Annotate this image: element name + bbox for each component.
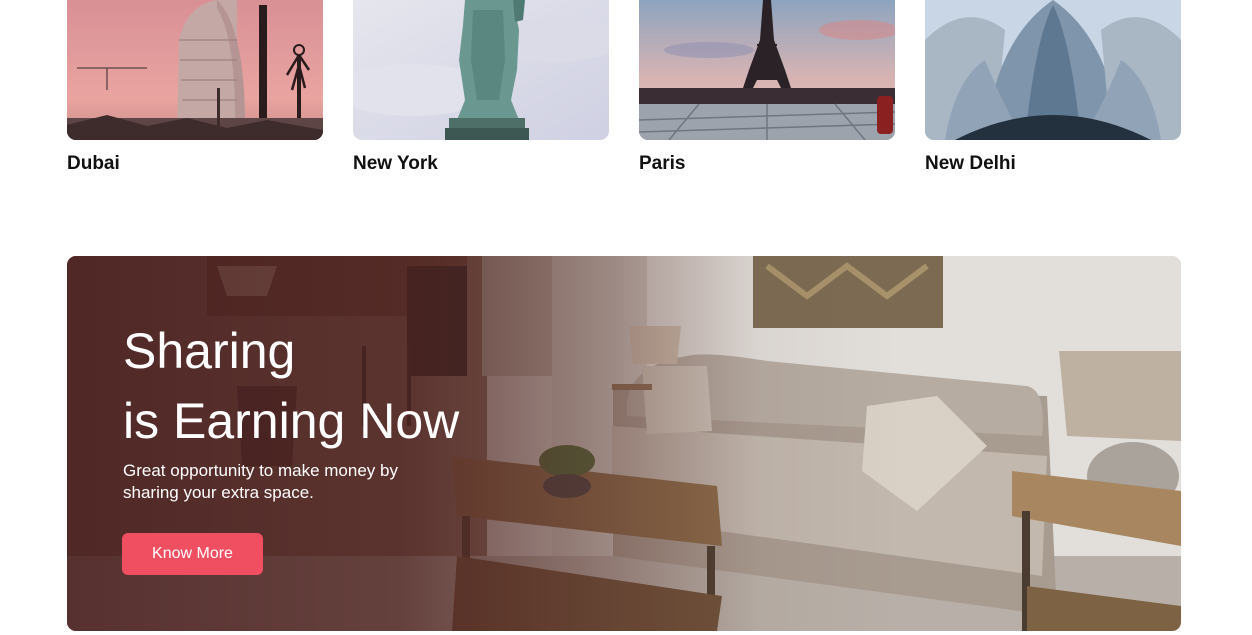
- banner-title: Sharing is Earning Now: [123, 316, 459, 456]
- destination-name[interactable]: New Delhi: [925, 153, 1016, 175]
- banner-title-line-2: is Earning Now: [123, 393, 460, 449]
- destination-card-paris[interactable]: Paris: [639, 0, 895, 174]
- new-york-photo[interactable]: [353, 0, 609, 140]
- destination-name[interactable]: New York: [353, 153, 438, 175]
- destination-card-new-delhi[interactable]: New Delhi: [925, 0, 1181, 174]
- destination-card-new-york[interactable]: New York: [353, 0, 609, 174]
- new-delhi-photo[interactable]: [925, 0, 1181, 140]
- hosting-promo-banner: Sharing is Earning Now Great opportunity…: [67, 256, 1181, 631]
- banner-subtitle: Great opportunity to make money by shari…: [123, 461, 398, 502]
- destination-name[interactable]: Dubai: [67, 153, 120, 175]
- destination-name[interactable]: Paris: [639, 153, 685, 175]
- destination-card-dubai[interactable]: Dubai: [67, 0, 323, 174]
- know-more-button[interactable]: Know More: [122, 533, 263, 575]
- destinations-grid: Dubai New York Paris New Delhi: [67, 0, 1181, 180]
- dubai-photo[interactable]: [67, 0, 323, 140]
- banner-title-line-1: Sharing: [123, 323, 296, 379]
- paris-photo[interactable]: [639, 0, 895, 140]
